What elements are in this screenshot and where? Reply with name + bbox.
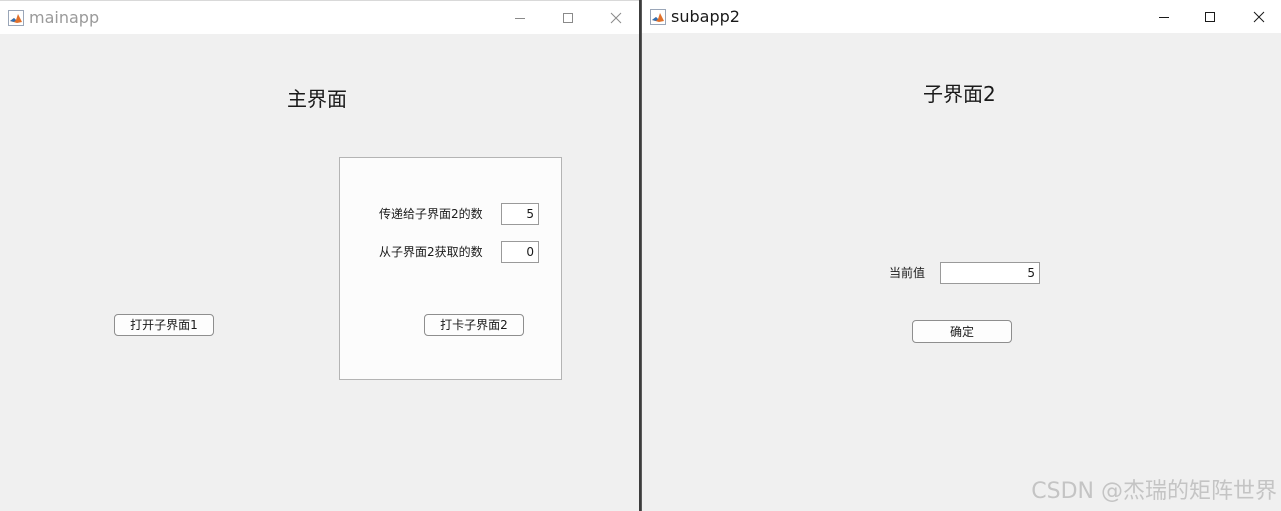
matlab-icon	[650, 9, 666, 25]
data-panel: 传递给子界面2的数 从子界面2获取的数 打卡子界面2	[339, 157, 562, 380]
receive-value-field[interactable]	[501, 241, 539, 263]
maximize-icon[interactable]	[556, 6, 580, 30]
window-title: mainapp	[29, 8, 100, 27]
matlab-icon	[8, 10, 24, 26]
window-title: subapp2	[671, 7, 740, 26]
current-value-label: 当前值	[889, 266, 926, 280]
close-icon[interactable]	[1247, 5, 1271, 29]
close-icon[interactable]	[604, 6, 628, 30]
minimize-icon[interactable]	[1152, 5, 1176, 29]
receive-value-label: 从子界面2获取的数	[379, 245, 483, 259]
page-title: 子界面2	[923, 82, 996, 106]
subapp2-titlebar[interactable]: subapp2	[642, 0, 1281, 33]
watermark: CSDN @杰瑞的矩阵世界	[1031, 479, 1277, 504]
page-title: 主界面	[287, 87, 347, 111]
send-value-field[interactable]	[501, 203, 539, 225]
send-value-label: 传递给子界面2的数	[379, 207, 483, 221]
minimize-icon[interactable]	[508, 6, 532, 30]
maximize-icon[interactable]	[1198, 5, 1222, 29]
open-subapp1-button[interactable]: 打开子界面1	[114, 314, 214, 336]
mainapp-titlebar[interactable]: mainapp	[0, 1, 640, 34]
open-subapp2-button[interactable]: 打卡子界面2	[424, 314, 524, 336]
subapp2-window: subapp2 子界面2 当前值 确定 CSDN @杰瑞的矩阵世界	[641, 0, 1281, 511]
mainapp-window: mainapp 主界面 打开子界面1 传递给子界面2的数 从子界面2获取的数 打…	[0, 0, 640, 511]
current-value-field[interactable]	[940, 262, 1040, 284]
confirm-button[interactable]: 确定	[912, 320, 1012, 343]
